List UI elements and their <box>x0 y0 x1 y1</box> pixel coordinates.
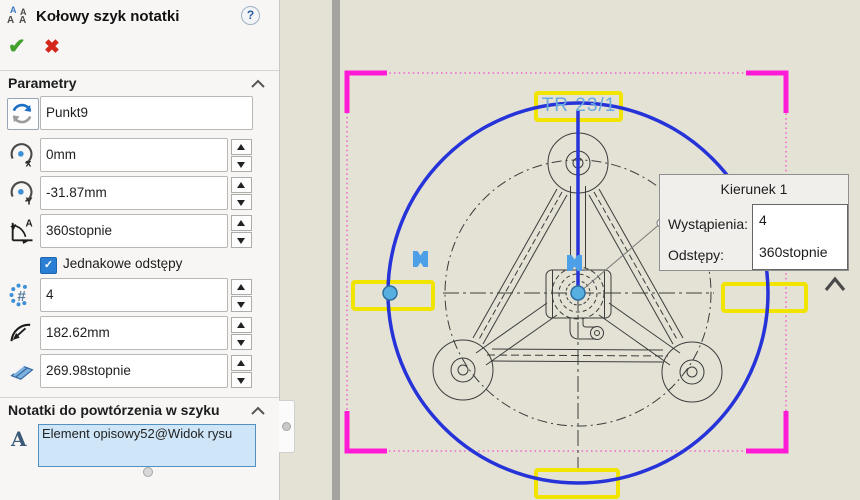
total-angle-spin-down[interactable] <box>231 232 252 248</box>
total-angle-icon: A <box>8 217 36 245</box>
direction-callout: Kierunek 1 Wystąpienia: Odstępy: 4 360st… <box>659 174 849 271</box>
callout-spacing-label: Odstępy: <box>668 247 724 263</box>
radius-spin-up[interactable] <box>231 317 252 333</box>
listbox-resize-handle[interactable] <box>143 467 153 477</box>
center-y-icon: Y <box>8 179 36 207</box>
radius-field[interactable]: 182.62mm <box>40 316 228 350</box>
pattern-center-handle[interactable] <box>571 286 585 300</box>
center-x-spin-up[interactable] <box>231 139 252 155</box>
cancel-button[interactable]: ✖ <box>44 38 60 57</box>
arc-angle-field[interactable]: 269.98stopnie <box>40 354 228 388</box>
panel-title: Kołowy szyk notatki <box>36 8 179 25</box>
equal-spacing-label: Jednakowe odstępy <box>63 256 182 271</box>
graphics-collapse-chevron-icon[interactable] <box>822 274 848 296</box>
center-x-icon: x <box>8 141 36 169</box>
callout-instances-value[interactable]: 4 <box>759 212 767 228</box>
sheet-edge-bar <box>332 0 340 500</box>
arc-angle-spin-up[interactable] <box>231 355 252 371</box>
callout-spacing-value[interactable]: 360stopnie <box>759 244 828 260</box>
radius-icon <box>8 319 36 347</box>
splitter-grip-icon <box>282 422 291 431</box>
center-y-spin-up[interactable] <box>231 177 252 193</box>
svg-text:Y: Y <box>26 196 33 207</box>
instance-count-icon: # <box>8 281 36 309</box>
center-x-spin-down[interactable] <box>231 156 252 172</box>
center-y-spin-down[interactable] <box>231 194 252 210</box>
help-button[interactable]: ? <box>241 6 260 25</box>
svg-text:A: A <box>26 218 33 229</box>
center-x-field[interactable]: 0mm <box>40 138 228 172</box>
solidworks-window: TR 23/1 Kierunek 1 Wystąpienia: Odstępy:… <box>0 0 860 500</box>
total-angle-spin-up[interactable] <box>231 215 252 231</box>
callout-instances-label: Wystąpienia: <box>668 216 748 232</box>
pattern-instance-handle[interactable] <box>383 286 397 300</box>
arc-angle-spin-down[interactable] <box>231 372 252 388</box>
panel-header: A A A A Kołowy szyk notatki ? <box>0 0 279 34</box>
total-angle-field[interactable]: 360stopnie <box>40 214 228 248</box>
svg-text:x: x <box>26 158 32 169</box>
circular-pattern-annotation-icon: A A A A <box>7 6 31 28</box>
property-manager-panel: A A A A Kołowy szyk notatki ? ✔ ✖ Parame… <box>0 0 280 500</box>
center-y-field[interactable]: -31.87mm <box>40 176 228 210</box>
radius-spin-down[interactable] <box>231 334 252 350</box>
ok-button[interactable]: ✔ <box>8 36 26 57</box>
note-icon: A <box>11 427 27 451</box>
pattern-note-text[interactable]: TR 23/1 <box>536 95 622 117</box>
instance-count-spin-up[interactable] <box>231 279 252 295</box>
notes-to-pattern-listbox[interactable]: Element opisowy52@Widok rysu <box>38 424 256 467</box>
divider <box>0 70 279 71</box>
instance-count-spin-down[interactable] <box>231 296 252 312</box>
section-collapse-chevron-icon[interactable] <box>250 406 266 416</box>
instance-count-field[interactable]: 4 <box>40 278 228 312</box>
rotate-icon <box>8 99 36 127</box>
divider <box>0 397 279 398</box>
arc-angle-icon <box>8 357 36 385</box>
svg-text:#: # <box>17 288 26 305</box>
callout-title: Kierunek 1 <box>660 181 848 197</box>
callout-value-box[interactable]: 4 360stopnie <box>752 204 848 270</box>
section-parameters[interactable]: Parametry <box>8 75 77 91</box>
rotation-point-icon-box[interactable] <box>7 98 39 130</box>
pivot-point-field[interactable]: Punkt9 <box>40 96 253 130</box>
section-notes[interactable]: Notatki do powtórzenia w szyku <box>8 402 220 418</box>
panel-splitter-handle[interactable] <box>279 400 295 453</box>
equal-spacing-checkbox[interactable]: ✓ <box>40 257 57 274</box>
section-collapse-chevron-icon[interactable] <box>250 79 266 89</box>
